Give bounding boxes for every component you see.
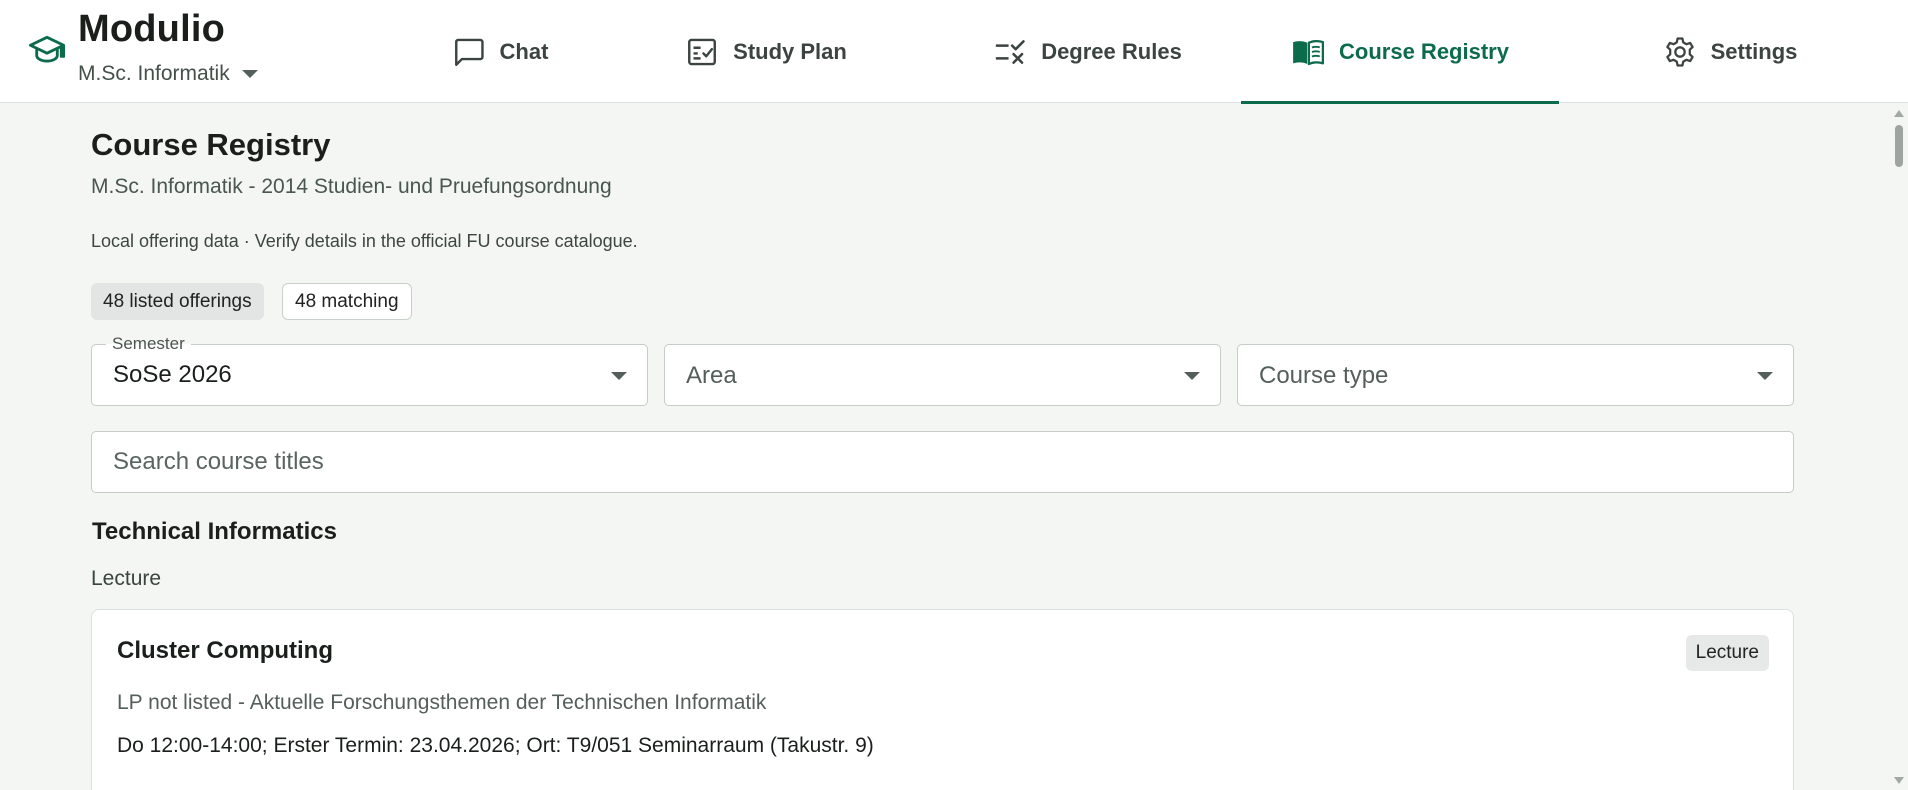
tab-study-plan-label: Study Plan [733, 38, 847, 64]
rules-icon [996, 39, 1025, 64]
tab-course-registry[interactable]: Course Registry [1241, 0, 1559, 104]
tab-study-plan[interactable]: Study Plan [650, 0, 882, 103]
tab-course-registry-label: Course Registry [1339, 38, 1509, 64]
chevron-down-icon [241, 70, 258, 78]
tab-degree-rules-label: Degree Rules [1041, 38, 1182, 64]
course-type-select-placeholder: Course type [1259, 362, 1389, 389]
page-title: Course Registry [91, 127, 331, 162]
chat-bubble-icon [454, 38, 484, 66]
area-select-placeholder: Area [686, 362, 737, 389]
course-type-select[interactable]: Course type [1237, 344, 1794, 406]
course-schedule: Do 12:00-14:00; Erster Termin: 23.04.202… [117, 734, 874, 757]
area-select[interactable]: Area [664, 344, 1221, 406]
scrollbar-thumb[interactable] [1895, 125, 1903, 167]
scroll-down-arrow-icon[interactable] [1894, 777, 1904, 784]
tab-settings[interactable]: Settings [1620, 0, 1840, 103]
section-title: Technical Informatics [92, 518, 337, 545]
tab-chat-label: Chat [499, 38, 549, 64]
page-subtitle: M.Sc. Informatik - 2014 Studien- und Pru… [91, 175, 612, 198]
graduation-cap-icon [28, 35, 66, 63]
book-icon [1293, 39, 1325, 65]
semester-select-label: Semester [106, 334, 191, 354]
page-scrollbar[interactable] [1890, 104, 1908, 790]
data-notice: Local offering data · Verify details in … [91, 231, 638, 251]
course-search-input[interactable] [91, 431, 1794, 493]
top-navigation-bar: Modulio M.Sc. Informatik Chat Study Plan… [0, 0, 1908, 104]
chevron-down-icon [611, 372, 627, 380]
tab-chat[interactable]: Chat [350, 0, 650, 103]
brand: Modulio M.Sc. Informatik [28, 8, 328, 98]
tab-degree-rules[interactable]: Degree Rules [965, 0, 1210, 103]
semester-select-value: SoSe 2026 [113, 361, 232, 388]
chevron-down-icon [1184, 372, 1200, 380]
semester-select[interactable]: Semester SoSe 2026 [91, 334, 648, 406]
listed-offerings-chip: 48 listed offerings [91, 283, 264, 320]
chevron-down-icon [1757, 372, 1773, 380]
scroll-up-arrow-icon[interactable] [1894, 110, 1904, 117]
app-name: Modulio [78, 8, 226, 50]
course-group-label: Lecture [91, 567, 162, 590]
course-registry-page: Course Registry M.Sc. Informatik - 2014 … [0, 104, 1890, 790]
course-type-badge: Lecture [1685, 635, 1769, 671]
course-card[interactable]: Cluster Computing Lecture LP not listed … [91, 609, 1794, 790]
tab-settings-label: Settings [1710, 38, 1798, 64]
gear-icon [1665, 36, 1694, 67]
checklist-icon [688, 38, 717, 65]
program-selector[interactable]: M.Sc. Informatik [78, 60, 258, 88]
program-selector-label: M.Sc. Informatik [78, 62, 230, 85]
matching-count-chip: 48 matching [282, 283, 412, 320]
course-title: Cluster Computing [117, 637, 333, 664]
course-meta: LP not listed - Aktuelle Forschungstheme… [117, 691, 767, 714]
